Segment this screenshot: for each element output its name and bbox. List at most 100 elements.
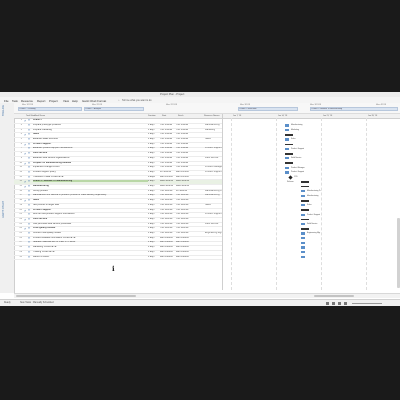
menu-gantt-format[interactable]: Gantt Chart Format bbox=[82, 99, 106, 103]
task-finish[interactable]: Thu 1/25/18 bbox=[176, 227, 194, 229]
task-finish[interactable]: Wed 1/24/18 bbox=[176, 185, 194, 187]
task-name[interactable]: Manufacturing bbox=[33, 185, 148, 187]
task-start[interactable]: Thu 1/11/18 bbox=[160, 147, 176, 149]
timeline-phase[interactable]: Phase 2 - Analysis bbox=[84, 107, 144, 111]
summary-bar[interactable] bbox=[285, 153, 293, 155]
row-number[interactable]: 25 bbox=[14, 232, 22, 234]
task-bar[interactable] bbox=[285, 124, 289, 127]
task-bar[interactable] bbox=[301, 232, 305, 235]
task-duration[interactable]: 1 day? bbox=[148, 227, 160, 229]
row-number[interactable]: 23 bbox=[14, 223, 22, 225]
task-duration[interactable]: 1 day? bbox=[148, 124, 160, 126]
task-resource[interactable]: Field Service bbox=[205, 223, 222, 225]
task-finish[interactable]: Thu 1/25/18 bbox=[176, 209, 194, 211]
task-name[interactable]: Establish product support mechanisms bbox=[33, 147, 148, 149]
task-start[interactable]: Thu 1/25/18 bbox=[160, 199, 176, 201]
row-number[interactable]: 17 bbox=[14, 194, 22, 196]
task-name[interactable]: Phase 4 - Release To Manufacturing bbox=[33, 180, 148, 183]
col-start[interactable]: Start bbox=[162, 115, 166, 117]
task-start[interactable]: Thu 1/11/18 bbox=[160, 133, 176, 135]
task-finish[interactable]: Thu 1/11/18 bbox=[176, 152, 194, 154]
task-finish[interactable]: Thu 1/25/18 bbox=[176, 199, 194, 201]
task-start[interactable]: Wed 1/24/18 bbox=[160, 180, 176, 182]
task-resource[interactable]: Sales bbox=[205, 138, 222, 140]
task-start[interactable]: Thu 1/25/18 bbox=[160, 204, 176, 206]
summary-bar[interactable] bbox=[301, 228, 309, 230]
collapse-triangle-icon[interactable]: ◢ bbox=[24, 143, 27, 146]
menu-help[interactable]: Help bbox=[72, 99, 78, 103]
summary-bar[interactable] bbox=[285, 143, 293, 146]
task-finish[interactable]: Mon 1/29/18 bbox=[176, 256, 194, 258]
task-bar[interactable] bbox=[285, 171, 289, 174]
row-number[interactable]: 2 bbox=[14, 124, 22, 126]
task-duration[interactable]: 1 day? bbox=[148, 213, 160, 215]
task-finish[interactable]: Thu 1/11/18 bbox=[176, 162, 194, 164]
task-resource[interactable]: Product Support bbox=[205, 171, 222, 173]
task-duration[interactable]: 1 day? bbox=[148, 256, 160, 258]
collapse-triangle-icon[interactable]: ◢ bbox=[24, 119, 27, 122]
collapse-triangle-icon[interactable]: ◢ bbox=[24, 209, 27, 212]
task-duration[interactable]: 1 day? bbox=[148, 209, 160, 211]
menu-resource[interactable]: Resource bbox=[21, 99, 33, 103]
task-duration[interactable]: 1 day? bbox=[148, 218, 160, 220]
collapse-triangle-icon[interactable]: ◢ bbox=[24, 227, 27, 230]
task-bar[interactable] bbox=[301, 213, 305, 216]
task-start[interactable]: Thu 1/11/18 bbox=[160, 152, 176, 154]
row-number[interactable]: 16 bbox=[14, 190, 22, 192]
task-resource[interactable]: Manufacturing Pr bbox=[205, 190, 222, 192]
task-duration[interactable]: 1 day? bbox=[148, 251, 160, 253]
task-duration[interactable]: 1 day? bbox=[148, 180, 160, 182]
task-finish[interactable]: Thu 1/25/18 bbox=[176, 204, 194, 206]
task-duration[interactable]: 1 day? bbox=[148, 162, 160, 164]
collapse-triangle-icon[interactable]: ◢ bbox=[24, 162, 27, 165]
task-duration[interactable]: 1 day? bbox=[148, 204, 160, 206]
collapse-triangle-icon[interactable]: ◢ bbox=[24, 199, 27, 202]
task-duration[interactable]: 1 day? bbox=[148, 194, 160, 196]
task-name[interactable]: Needed materials are on order or in stoc… bbox=[33, 241, 148, 243]
task-resource[interactable]: Marketing bbox=[205, 129, 222, 131]
gantt-chart[interactable]: Jan 7, '18 Jan 14, '18 Jan 21, '18 Jan 2… bbox=[222, 114, 400, 290]
task-finish[interactable]: Mon 1/29/18 bbox=[176, 246, 194, 248]
task-name[interactable]: Training COMPLETE bbox=[33, 251, 148, 253]
row-number[interactable]: 14 bbox=[14, 180, 22, 182]
task-duration[interactable]: 1 day? bbox=[148, 223, 160, 225]
milestone-marker[interactable] bbox=[288, 175, 293, 180]
task-finish[interactable]: Thu 1/25/18 bbox=[176, 213, 194, 215]
task-name[interactable]: Transition Phase COMPLETE bbox=[33, 176, 148, 178]
row-number[interactable]: 18 bbox=[14, 199, 22, 201]
row-number[interactable]: 10 bbox=[14, 162, 22, 164]
task-name[interactable]: Roll out new product support mechanism bbox=[33, 213, 148, 215]
menu-view[interactable]: View bbox=[63, 99, 69, 103]
task-start[interactable]: Thu 1/25/18 bbox=[160, 190, 176, 192]
row-number[interactable]: 11 bbox=[14, 166, 22, 168]
task-bar[interactable] bbox=[301, 237, 305, 240]
task-duration[interactable]: 1 day? bbox=[148, 246, 160, 248]
task-name[interactable]: Conduct final quality review bbox=[33, 232, 148, 234]
task-bar[interactable] bbox=[285, 147, 289, 151]
task-resource[interactable]: Field Service bbox=[205, 157, 222, 159]
collapse-triangle-icon[interactable]: ◢ bbox=[24, 152, 27, 155]
task-name[interactable]: Implement change control bbox=[33, 166, 148, 168]
task-bar[interactable] bbox=[301, 194, 305, 198]
task-start[interactable]: Thu 1/11/18 bbox=[160, 143, 176, 145]
gantt-view-icon[interactable] bbox=[326, 302, 329, 305]
task-start[interactable]: Mon 1/29/18 bbox=[160, 237, 176, 239]
task-start[interactable]: Mon 1/29/18 bbox=[160, 251, 176, 253]
task-duration[interactable]: 1 day? bbox=[148, 190, 160, 192]
tell-me-box[interactable]: Tell me what you want to do bbox=[122, 99, 152, 102]
task-start[interactable]: Thu 1/11/18 bbox=[160, 166, 176, 168]
col-duration[interactable]: Duration bbox=[148, 115, 156, 117]
task-finish[interactable]: Thu 1/11/18 bbox=[176, 147, 194, 149]
summary-bar[interactable] bbox=[301, 185, 309, 188]
horizontal-scrollbar[interactable] bbox=[14, 293, 400, 298]
task-bar[interactable] bbox=[301, 222, 305, 226]
task-finish[interactable]: Thu 1/11/18 bbox=[176, 157, 194, 159]
team-planner-icon[interactable] bbox=[338, 302, 341, 305]
col-resources[interactable]: Resource Names bbox=[204, 115, 219, 117]
summary-bar[interactable] bbox=[301, 218, 309, 221]
row-number[interactable]: 28 bbox=[14, 246, 22, 248]
task-usage-icon[interactable] bbox=[332, 302, 335, 305]
task-resource[interactable]: Sales bbox=[205, 204, 222, 206]
task-name[interactable]: Product Release Information COMPLETE bbox=[33, 237, 148, 239]
task-duration[interactable]: 1 day? bbox=[148, 171, 160, 173]
